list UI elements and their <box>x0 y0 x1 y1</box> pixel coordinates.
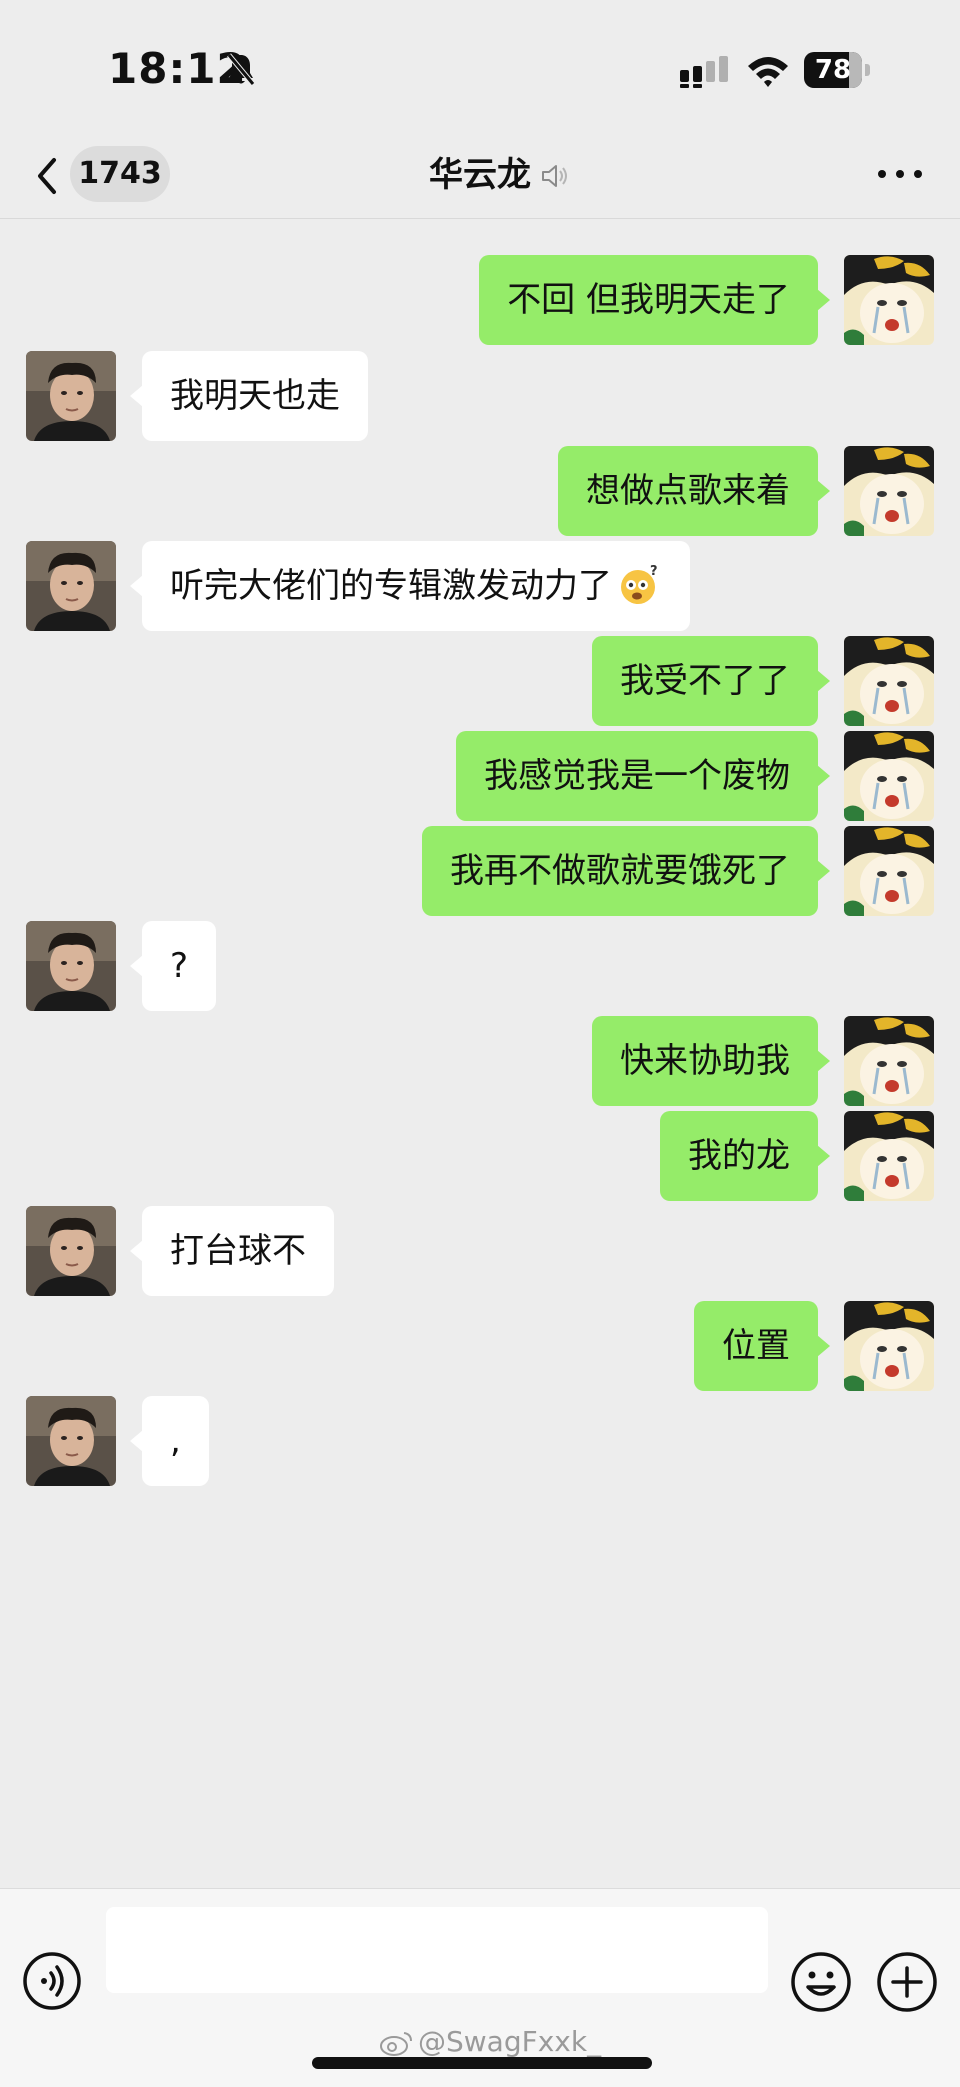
message-bubble[interactable]: 快来协助我 <box>592 1016 830 1106</box>
message-incoming: ? <box>0 921 960 1011</box>
chat-header: 1743 华云龙 <box>0 140 960 219</box>
watermark-text: @SwagFxxk_ <box>418 2025 602 2058</box>
message-bubble[interactable]: 我的龙 <box>660 1111 830 1201</box>
battery-body: 78 <box>804 52 862 88</box>
confused-face-emoji-icon: ? <box>621 564 658 604</box>
message-input[interactable] <box>106 1907 768 1993</box>
voice-icon[interactable] <box>22 1951 82 2011</box>
unread-count-badge[interactable]: 1743 <box>70 146 170 202</box>
message-text: ? <box>170 946 189 986</box>
message-text: 我再不做歌就要饿死了 <box>450 851 790 891</box>
message-incoming: 打台球不 <box>0 1206 960 1296</box>
smiley-icon[interactable] <box>790 1951 852 2013</box>
message-bubble[interactable]: 我受不了了 <box>592 636 830 726</box>
message-text: 想做点歌来着 <box>586 471 790 511</box>
bell-muted-icon <box>227 53 255 86</box>
message-bubble[interactable]: 位置 <box>694 1301 830 1391</box>
contact-avatar[interactable] <box>26 1396 116 1486</box>
message-outgoing: 我再不做歌就要饿死了 <box>0 826 960 916</box>
ellipsis-icon[interactable] <box>870 154 930 194</box>
message-bubble[interactable]: 我明天也走 <box>130 351 368 441</box>
plus-icon[interactable] <box>876 1951 938 2013</box>
message-text: 打台球不 <box>170 1231 306 1271</box>
message-outgoing: 想做点歌来着 <box>0 446 960 536</box>
self-avatar[interactable] <box>844 826 934 916</box>
message-text: 我受不了了 <box>620 661 790 701</box>
message-text: 听完大佬们的专辑激发动力了 <box>170 566 612 606</box>
message-text: 我的龙 <box>688 1136 790 1176</box>
self-avatar[interactable] <box>844 446 934 536</box>
contact-avatar[interactable] <box>26 541 116 631</box>
message-text: 我感觉我是一个废物 <box>484 756 790 796</box>
self-avatar[interactable] <box>844 731 934 821</box>
message-incoming: 我明天也走 <box>0 351 960 441</box>
contact-avatar[interactable] <box>26 921 116 1011</box>
message-list[interactable]: 不回 但我明天走了 我明天也走 想做点歌来着 听完大佬们的专辑激发动力了 ? 我… <box>0 219 960 1887</box>
cellular-signal-icon <box>680 56 728 88</box>
message-bubble[interactable]: 我感觉我是一个废物 <box>456 731 830 821</box>
message-bubble[interactable]: ? <box>129 921 217 1011</box>
contact-avatar[interactable] <box>26 1206 116 1296</box>
contact-avatar[interactable] <box>26 351 116 441</box>
self-avatar[interactable] <box>844 1016 934 1106</box>
input-bar: @SwagFxxk_ <box>0 1888 960 2087</box>
mute-icon <box>542 165 567 187</box>
message-text: 不回 但我明天走了 <box>507 280 790 320</box>
message-text: , <box>170 1421 181 1461</box>
message-bubble[interactable]: 想做点歌来着 <box>558 446 830 536</box>
chevron-left-icon[interactable] <box>30 148 66 204</box>
battery-level: 78 <box>814 55 852 85</box>
message-outgoing: 不回 但我明天走了 <box>0 255 960 345</box>
message-bubble[interactable]: , <box>130 1396 209 1486</box>
weibo-logo-icon <box>380 2032 412 2056</box>
message-outgoing: 我受不了了 <box>0 636 960 726</box>
message-outgoing: 我的龙 <box>0 1111 960 1201</box>
wifi-icon <box>748 57 788 87</box>
self-avatar[interactable] <box>844 255 934 345</box>
svg-text:?: ? <box>650 564 658 579</box>
message-bubble[interactable]: 不回 但我明天走了 <box>479 255 830 345</box>
message-text: 位置 <box>722 1326 790 1366</box>
message-incoming: , <box>0 1396 960 1486</box>
status-bar: 18:12 78 <box>0 0 960 140</box>
message-bubble[interactable]: 听完大佬们的专辑激发动力了 ? <box>130 541 690 631</box>
message-outgoing: 我感觉我是一个废物 <box>0 731 960 821</box>
battery-icon: 78 <box>804 52 872 88</box>
message-text: 快来协助我 <box>620 1041 790 1081</box>
self-avatar[interactable] <box>844 636 934 726</box>
message-bubble[interactable]: 打台球不 <box>130 1206 334 1296</box>
message-incoming: 听完大佬们的专辑激发动力了 ? <box>0 541 960 631</box>
message-outgoing: 位置 <box>0 1301 960 1391</box>
message-bubble[interactable]: 我再不做歌就要饿死了 <box>422 826 830 916</box>
message-outgoing: 快来协助我 <box>0 1016 960 1106</box>
self-avatar[interactable] <box>844 1301 934 1391</box>
battery-tip <box>865 64 870 76</box>
home-indicator[interactable] <box>312 2057 652 2069</box>
self-avatar[interactable] <box>844 1111 934 1201</box>
message-text: 我明天也走 <box>170 376 340 416</box>
